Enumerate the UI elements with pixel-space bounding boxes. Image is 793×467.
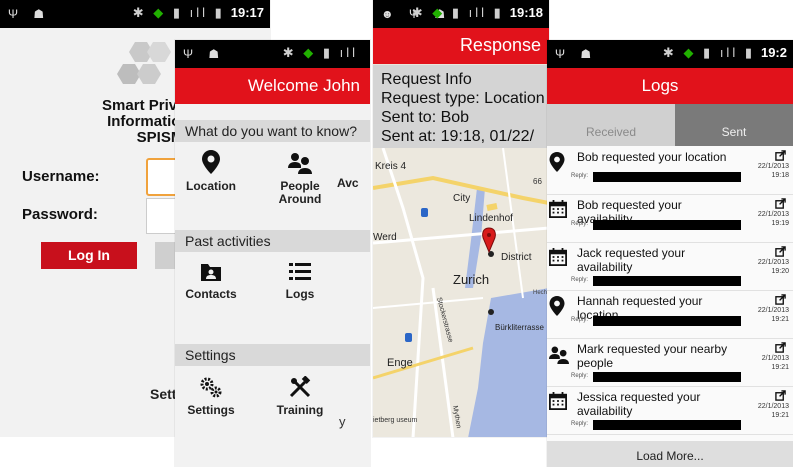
reply-redacted [593, 220, 741, 230]
map-label-kreis4: Kreis 4 [375, 161, 407, 172]
usb-icon: Ψ ☗ [555, 47, 598, 61]
map-label-lindenhof: Lindenhof [469, 213, 513, 224]
location-icon [202, 150, 220, 174]
signal-icons: ✱ ◆ ▮ ıll ▮ [411, 5, 504, 20]
gears-icon [200, 377, 222, 398]
reply-label: Reply: [571, 277, 589, 283]
signal-icons: ✱ ◆ ▮ ıll [282, 45, 358, 60]
list-icon [289, 263, 311, 280]
map-label-district: District [501, 252, 532, 263]
login-button[interactable]: Log In [41, 242, 137, 269]
external-link-icon[interactable] [775, 244, 787, 257]
log-entry-date: 22/1/2013 19:18 [757, 163, 789, 179]
status-bar: ☻ Ψ ☗ ✱ ◆ ▮ ıll ▮ 19:18 [373, 0, 549, 28]
request-info-panel: Request Info Request type: Location Sent… [373, 65, 549, 148]
map-label-rietberg: ietberg useum [373, 417, 418, 424]
reply-label: Reply: [571, 173, 589, 179]
usb-icon: Ψ ☗ [8, 7, 51, 21]
map-label-burkli: Bürkliterrasse [495, 323, 544, 332]
calendar-icon [549, 248, 569, 268]
reply-redacted [593, 316, 741, 326]
logs-screen: Ψ ☗ ✱ ◆ ▮ ıll ▮ 19:2 Logs Received Sent B… [547, 40, 793, 467]
log-entry-date: 22/1/2013 19:21 [757, 403, 789, 419]
log-entry-date: 22/1/2013 19:20 [757, 259, 789, 275]
log-entry-date: 2/1/2013 19:21 [761, 355, 789, 371]
status-time: 19:2 [760, 45, 787, 60]
status-bar: Ψ ☗ ✱ ◆ ▮ ıll [175, 40, 370, 68]
status-bar: Ψ ☗ ✱ ◆ ▮ ıll ▮ 19:17 [0, 0, 270, 28]
tile-location[interactable]: Location [176, 150, 246, 193]
log-entry-date: 22/1/2013 19:19 [757, 211, 789, 227]
response-header: Response [373, 28, 549, 64]
tab-sent[interactable]: Sent [675, 104, 793, 146]
location-icon [549, 152, 569, 172]
usb-icon: Ψ ☗ [183, 47, 226, 61]
log-entry[interactable]: Hannah requested your location Reply: 22/1… [547, 290, 793, 339]
external-link-icon[interactable] [775, 388, 787, 401]
calendar-icon [549, 200, 569, 220]
logs-tabs: Received Sent [547, 104, 793, 146]
location-icon [549, 296, 569, 316]
tile-contacts[interactable]: Contacts [176, 262, 246, 301]
log-entry-text: Jack requested your availability [577, 246, 686, 274]
welcome-header: Welcome John [175, 68, 370, 104]
log-entry[interactable]: Bob requested your location Reply: 22/1/20… [547, 146, 793, 195]
load-more-button[interactable]: Load More... [547, 441, 793, 467]
status-time: 19:17 [230, 5, 264, 20]
tile-training[interactable]: Training [265, 376, 335, 417]
tile-settings[interactable]: Settings [176, 376, 246, 417]
log-entry-date: 22/1/2013 19:21 [757, 307, 789, 323]
external-link-icon[interactable] [775, 196, 787, 209]
section-know: What do you want to know? [175, 120, 370, 142]
reply-label: Reply: [571, 421, 589, 427]
username-label: Username: [22, 168, 100, 185]
tile-activity-partial[interactable]: Avc [337, 177, 370, 190]
section-past: Past activities [175, 230, 370, 252]
map-label-enge: Enge [387, 357, 413, 369]
log-entry[interactable]: Bob requested your availability Reply: 22/… [547, 194, 793, 243]
log-entry[interactable]: Jessica requested your availability Reply… [547, 386, 793, 435]
map-label-werd: Werd [373, 232, 397, 243]
password-label: Password: [22, 206, 98, 223]
external-link-icon[interactable] [775, 148, 787, 161]
app-logo [117, 42, 171, 84]
tile-people-around[interactable]: People Around [265, 150, 335, 206]
status-bar: Ψ ☗ ✱ ◆ ▮ ıll ▮ 19:2 [547, 40, 793, 68]
reply-redacted [593, 420, 741, 430]
reply-label: Reply: [571, 373, 589, 379]
people-icon [549, 344, 569, 364]
response-screen: ☻ Ψ ☗ ✱ ◆ ▮ ıll ▮ 19:18 Response Request … [373, 0, 549, 437]
calendar-icon [549, 392, 569, 412]
status-time: 19:18 [509, 5, 543, 20]
log-entry-text: Mark requested your nearby people [577, 342, 728, 370]
reply-label: Reply: [571, 317, 589, 323]
map-view[interactable]: Kreis 4 City 66 Lindenhof Werd District … [373, 148, 549, 437]
reply-redacted [593, 276, 741, 286]
section-settings: Settings [175, 344, 370, 366]
tile-logs[interactable]: Logs [265, 262, 335, 301]
map-label-zurich: Zurich [453, 272, 489, 287]
reply-label: Reply: [571, 221, 589, 227]
logs-header: Logs [547, 68, 793, 104]
log-entry-text: Bob requested your location [577, 150, 727, 164]
tools-icon [289, 376, 311, 398]
log-entry[interactable]: Jack requested your availability Reply: 22… [547, 242, 793, 291]
welcome-screen: Ψ ☗ ✱ ◆ ▮ ıll Welcome John What do you w… [175, 40, 370, 467]
signal-icons: ✱ ◆ ▮ ıll ▮ [132, 5, 225, 20]
map-label-city: City [453, 193, 470, 204]
external-link-icon[interactable] [775, 292, 787, 305]
tab-received[interactable]: Received [547, 104, 675, 146]
partial-text: y [339, 414, 346, 429]
reply-redacted [593, 372, 741, 382]
settings-link[interactable]: Sett [150, 386, 176, 402]
map-label-hech: Hech [533, 290, 547, 296]
log-entry[interactable]: Mark requested your nearby people Reply: 2… [547, 338, 793, 387]
people-icon [288, 153, 312, 174]
signal-icons: ✱ ◆ ▮ ıll ▮ [662, 45, 755, 60]
reply-redacted [593, 172, 741, 182]
map-label-66: 66 [533, 177, 542, 186]
external-link-icon[interactable] [775, 340, 787, 353]
log-entry-text: Jessica requested your availability [577, 390, 701, 418]
contacts-icon [201, 264, 221, 281]
